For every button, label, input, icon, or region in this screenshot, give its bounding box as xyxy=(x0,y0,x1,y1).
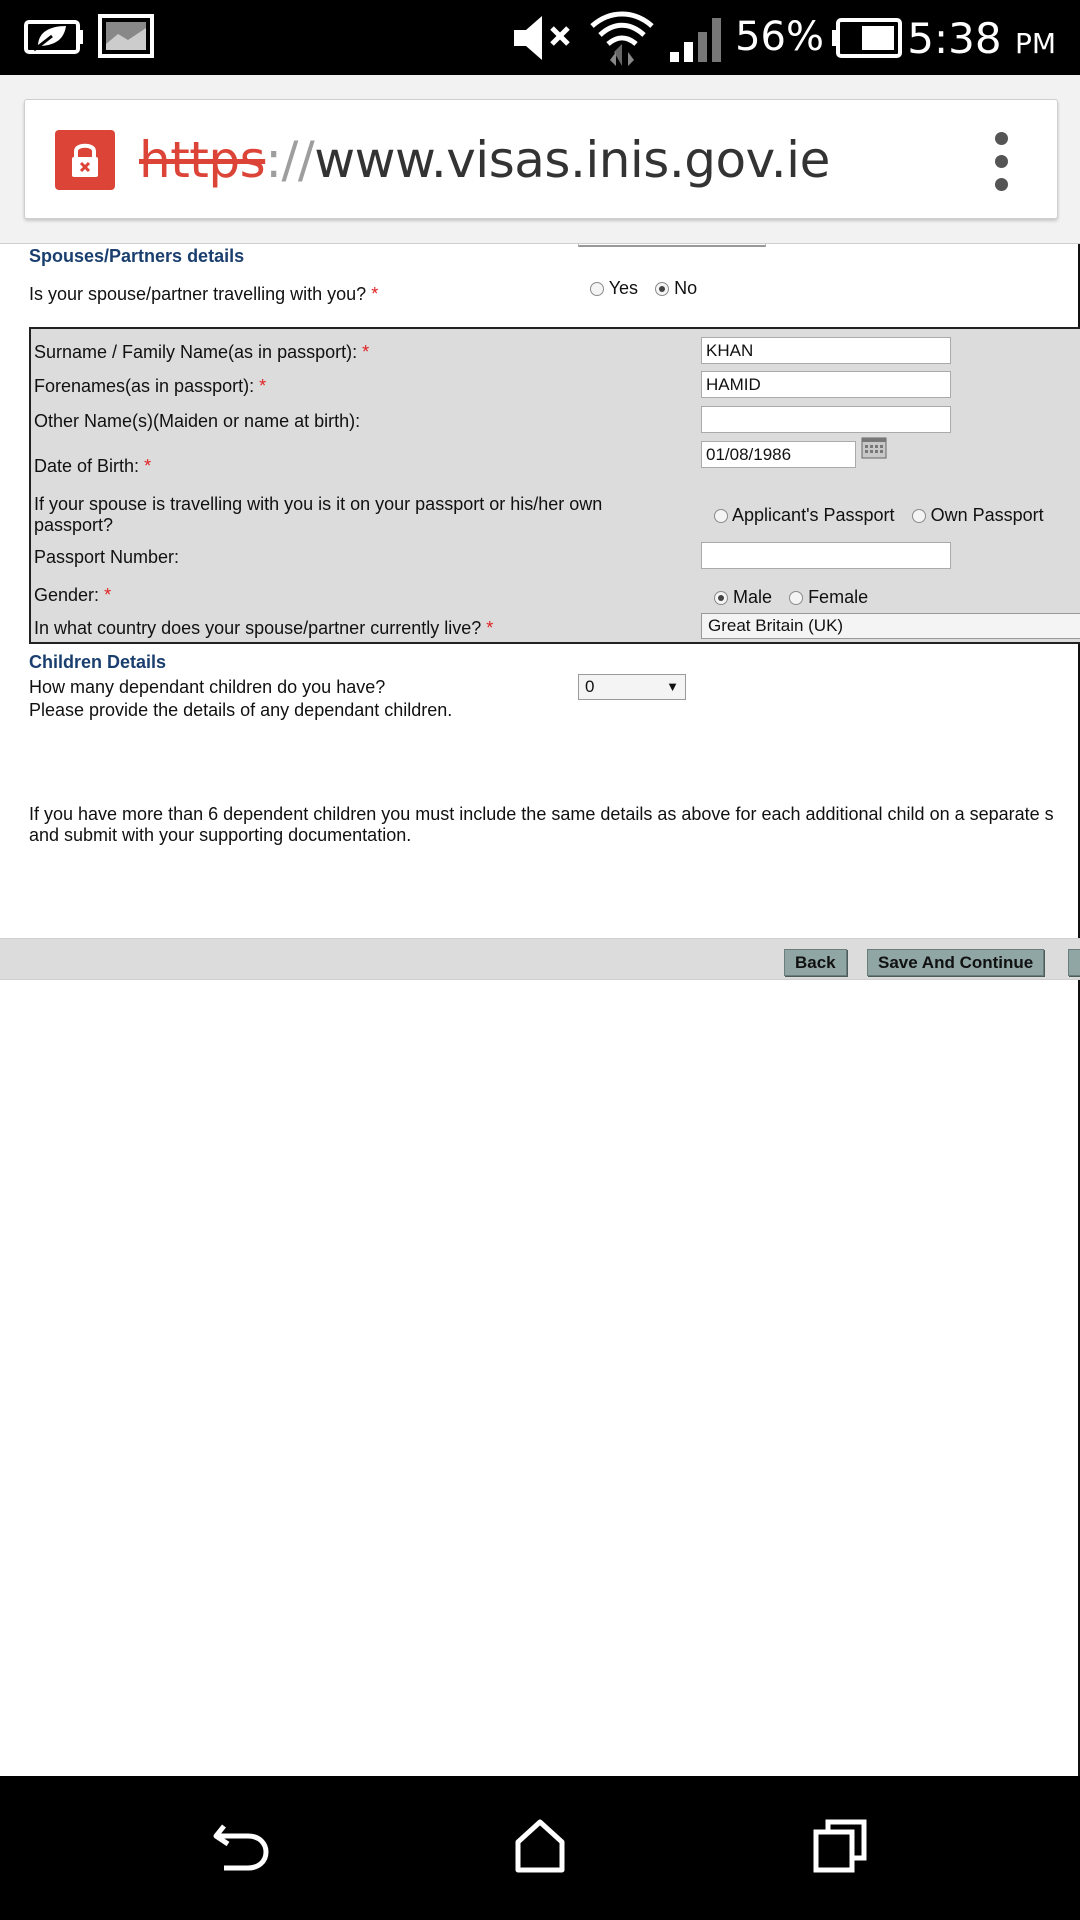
required-mark: * xyxy=(362,342,370,362)
page-content: Spouses/Partners details Is your spouse/… xyxy=(0,244,1080,1776)
passport-question-line1: If your spouse is travelling with you is… xyxy=(34,494,603,514)
travelling-yes-label: Yes xyxy=(608,278,639,298)
spouse-details-panel: Surname / Family Name(as in passport): *… xyxy=(29,327,1080,644)
gender-label: Gender: * xyxy=(34,585,111,606)
back-button[interactable]: Back xyxy=(784,949,847,976)
signal-icon xyxy=(668,16,730,67)
other-names-input[interactable] xyxy=(701,406,951,433)
battery-percent: 56% xyxy=(735,14,824,60)
passport-number-label: Passport Number: xyxy=(34,547,180,567)
country-label-text: In what country does your spouse/partner… xyxy=(34,618,482,638)
status-bar: 56% 5:38 PM xyxy=(0,0,1080,75)
clock-suffix: PM xyxy=(1014,27,1056,60)
forenames-label: Forenames(as in passport): * xyxy=(34,376,266,397)
travelling-yes-radio[interactable] xyxy=(590,282,604,296)
gender-male-radio[interactable] xyxy=(714,591,728,605)
other-names-label: Other Name(s)(Maiden or name at birth): xyxy=(34,411,361,431)
url-host: www.visas.inis.gov.ie xyxy=(314,131,830,189)
url-scheme: https xyxy=(139,131,266,189)
required-mark: * xyxy=(104,585,112,605)
children-details-prompt: Please provide the details of any depend… xyxy=(29,700,453,720)
battery-icon xyxy=(830,18,902,63)
note-line1: If you have more than 6 dependent childr… xyxy=(29,804,1054,824)
applicants-passport-label: Applicant's Passport xyxy=(732,505,895,525)
recents-icon[interactable] xyxy=(810,1816,870,1881)
clock: 5:38 PM xyxy=(907,14,1056,63)
required-mark: * xyxy=(486,618,494,638)
children-count-question: How many dependant children do you have? xyxy=(29,677,386,697)
passport-radio-group: Applicant's Passport Own Passport xyxy=(714,505,1056,526)
own-passport-label: Own Passport xyxy=(930,505,1044,525)
children-section-title: Children Details xyxy=(29,652,167,672)
travelling-question: Is your spouse/partner travelling with y… xyxy=(29,284,378,305)
gender-male-label: Male xyxy=(733,587,773,607)
note-line2: and submit with your supporting document… xyxy=(29,825,412,845)
country-select[interactable]: Great Britain (UK) xyxy=(701,613,1080,639)
gender-male-option[interactable]: Male xyxy=(714,587,772,607)
additional-children-note: If you have more than 6 dependent childr… xyxy=(29,804,1080,846)
travelling-no-radio[interactable] xyxy=(655,282,670,296)
calendar-icon[interactable] xyxy=(861,437,887,459)
forenames-label-text: Forenames(as in passport): xyxy=(34,376,255,396)
applicants-passport-option[interactable]: Applicant's Passport xyxy=(714,505,895,525)
url-bar[interactable]: https://www.visas.inis.gov.ie xyxy=(24,99,1058,219)
back-icon[interactable] xyxy=(210,1816,270,1881)
eco-battery-icon xyxy=(24,14,84,61)
own-passport-option[interactable]: Own Passport xyxy=(911,505,1044,525)
gender-female-radio[interactable] xyxy=(789,591,804,605)
gender-female-label: Female xyxy=(808,587,869,607)
passport-number-input[interactable] xyxy=(701,542,951,569)
form-action-bar: Back Save And Continue xyxy=(0,938,1080,980)
navigation-bar xyxy=(0,1776,1080,1920)
surname-input[interactable]: KHAN xyxy=(701,337,951,364)
overflow-menu-icon[interactable] xyxy=(995,132,1009,192)
dropdown-arrow-icon: ▼ xyxy=(666,679,679,694)
lock-error-icon[interactable] xyxy=(55,130,115,190)
travelling-question-text: Is your spouse/partner travelling with y… xyxy=(29,284,367,304)
country-label: In what country does your spouse/partner… xyxy=(34,618,493,639)
travelling-radio-group: Yes No xyxy=(590,278,709,299)
travelling-no-label: No xyxy=(674,278,698,298)
mute-icon xyxy=(510,14,574,67)
gender-label-text: Gender: xyxy=(34,585,100,605)
wifi-icon xyxy=(588,8,656,73)
applicants-passport-radio[interactable] xyxy=(714,509,728,523)
travelling-yes-option[interactable]: Yes xyxy=(590,278,638,298)
passport-question: If your spouse is travelling with you is… xyxy=(34,494,602,536)
travelling-no-option[interactable]: No xyxy=(655,278,697,298)
home-icon[interactable] xyxy=(510,1816,570,1881)
passport-question-line2: passport? xyxy=(34,515,114,535)
partial-button[interactable] xyxy=(1068,949,1080,976)
image-icon xyxy=(98,14,154,63)
gender-radio-group: Male Female xyxy=(714,587,880,608)
required-mark: * xyxy=(371,284,379,304)
clock-time: 5:38 xyxy=(907,14,1002,63)
gender-female-option[interactable]: Female xyxy=(789,587,868,607)
children-count-value: 0 xyxy=(585,677,595,696)
dob-label: Date of Birth: * xyxy=(34,456,151,477)
forenames-input[interactable]: HAMID xyxy=(701,371,951,398)
dob-label-text: Date of Birth: xyxy=(34,456,140,476)
dob-input[interactable]: 01/08/1986 xyxy=(701,441,856,468)
own-passport-radio[interactable] xyxy=(911,509,926,523)
browser-toolbar: https://www.visas.inis.gov.ie xyxy=(0,75,1080,244)
required-mark: * xyxy=(259,376,267,396)
partial-dropdown[interactable] xyxy=(578,244,766,247)
url-text[interactable]: https://www.visas.inis.gov.ie xyxy=(139,130,830,190)
children-count-select[interactable]: 0 ▼ xyxy=(578,674,686,700)
spouse-section-title: Spouses/Partners details xyxy=(29,246,245,266)
save-and-continue-button[interactable]: Save And Continue xyxy=(867,949,1045,976)
required-mark: * xyxy=(144,456,152,476)
url-separator: :// xyxy=(265,131,315,189)
surname-label: Surname / Family Name(as in passport): * xyxy=(34,342,369,363)
surname-label-text: Surname / Family Name(as in passport): xyxy=(34,342,358,362)
